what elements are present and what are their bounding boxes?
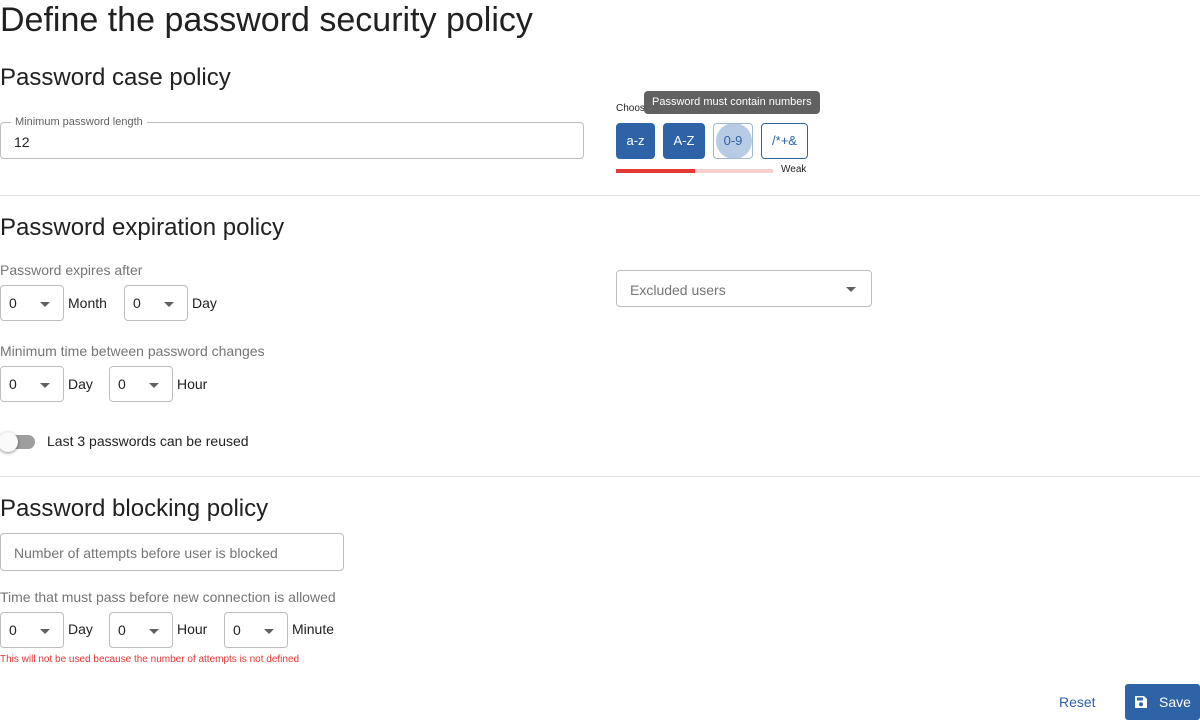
page-title: Define the password security policy [0, 1, 533, 39]
expires-day-unit: Day [192, 295, 217, 311]
save-icon [1135, 696, 1147, 708]
chip-lowercase[interactable]: a-z [616, 123, 655, 159]
chevron-down-icon [40, 383, 50, 388]
strength-bar-track [616, 169, 773, 173]
reset-button[interactable]: Reset [1059, 694, 1096, 710]
excluded-users-placeholder: Excluded users [630, 282, 726, 298]
min-day-unit: Day [68, 376, 93, 392]
excluded-users-select[interactable]: Excluded users [616, 270, 872, 307]
block-hour-value: 0 [118, 622, 126, 638]
chevron-down-icon [164, 302, 174, 307]
min-day-select[interactable]: 0 [0, 366, 64, 402]
min-hour-select[interactable]: 0 [109, 366, 173, 402]
block-hour-select[interactable]: 0 [109, 612, 173, 648]
expires-after-label: Password expires after [0, 262, 143, 278]
min-hour-unit: Hour [177, 376, 208, 392]
chip-special[interactable]: /*+& [761, 123, 808, 159]
attempts-placeholder: Number of attempts before user is blocke… [14, 545, 278, 561]
toggle-thumb [0, 432, 18, 452]
strength-bar-fill [616, 169, 695, 173]
expires-month-select[interactable]: 0 [0, 285, 64, 321]
block-minute-value: 0 [233, 622, 241, 638]
case-policy-heading: Password case policy [0, 64, 231, 91]
block-hour-unit: Hour [177, 621, 208, 637]
block-minute-unit: Minute [292, 621, 335, 637]
numbers-tooltip: Password must contain numbers [644, 91, 820, 114]
chip-numbers-label: 0-9 [723, 133, 743, 148]
expiration-policy-heading: Password expiration policy [0, 214, 285, 241]
min-length-value: 12 [14, 134, 30, 150]
expires-day-value: 0 [133, 295, 141, 311]
block-day-select[interactable]: 0 [0, 612, 64, 648]
reuse-label: Last 3 passwords can be reused [47, 433, 249, 449]
chevron-down-icon [149, 629, 159, 634]
chevron-down-icon [40, 302, 50, 307]
attempts-input[interactable]: Number of attempts before user is blocke… [0, 533, 344, 571]
chip-uppercase[interactable]: A-Z [663, 123, 705, 159]
min-hour-value: 0 [118, 376, 126, 392]
save-button[interactable]: Save [1125, 684, 1200, 720]
blocking-policy-heading: Password blocking policy [0, 495, 269, 522]
block-day-unit: Day [68, 621, 93, 637]
block-time-label: Time that must pass before new connectio… [0, 589, 336, 605]
block-day-value: 0 [9, 622, 17, 638]
reuse-toggle[interactable] [0, 432, 36, 452]
blocking-warning: This will not be used because the number… [0, 654, 300, 665]
expires-month-value: 0 [9, 295, 17, 311]
strength-label: Weak [781, 164, 807, 175]
chevron-down-icon [846, 287, 856, 292]
min-time-label: Minimum time between password changes [0, 343, 265, 359]
chip-numbers[interactable]: 0-9 [713, 123, 753, 159]
chevron-down-icon [40, 629, 50, 634]
block-minute-select[interactable]: 0 [224, 612, 288, 648]
chevron-down-icon [264, 629, 274, 634]
section-divider [0, 476, 1200, 477]
min-length-field[interactable]: Minimum password length 12 [0, 116, 584, 159]
min-day-value: 0 [9, 376, 17, 392]
min-length-label: Minimum password length [11, 116, 147, 128]
save-label: Save [1159, 694, 1191, 710]
section-divider [0, 195, 1200, 196]
expires-month-unit: Month [68, 295, 107, 311]
expires-day-select[interactable]: 0 [124, 285, 188, 321]
chevron-down-icon [149, 383, 159, 388]
